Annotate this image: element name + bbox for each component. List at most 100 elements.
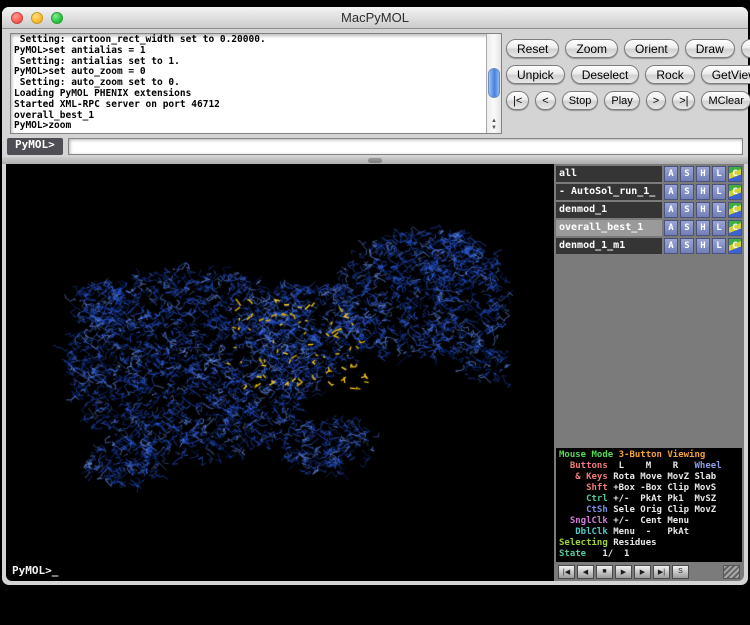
console-text: Setting: cartoon_rect_width set to 0.200…: [11, 34, 486, 133]
mouse-help-line: Buttons L M R Wheel: [559, 461, 739, 472]
object-menu-l[interactable]: L: [712, 184, 726, 200]
toolbar-button-deselect[interactable]: Deselect: [571, 65, 640, 84]
object-menu-c[interactable]: C: [728, 166, 742, 182]
toolbar-button-nav[interactable]: <: [535, 91, 555, 110]
toolbar-button-nav[interactable]: |<: [506, 91, 529, 110]
toolbar-button-draw[interactable]: Draw: [685, 39, 735, 58]
command-prompt-label: PyMOL>: [7, 138, 63, 155]
object-menu-c[interactable]: C: [728, 202, 742, 218]
object-menu-s[interactable]: S: [680, 166, 694, 182]
object-list: allASHLC- AutoSol_run_1_ASHLCdenmod_1ASH…: [556, 166, 742, 256]
object-menu-h[interactable]: H: [696, 220, 710, 236]
toolbar-button-mclear[interactable]: MClear: [701, 91, 750, 110]
window-title: MacPyMOL: [2, 7, 748, 29]
object-menu-s[interactable]: S: [680, 220, 694, 236]
mouse-help-line: Mouse Mode 3-Button Viewing: [559, 450, 739, 461]
mouse-help-line: DblClk Menu - PkAt: [559, 527, 739, 538]
object-menu-a[interactable]: A: [664, 238, 678, 254]
object-menu-h[interactable]: H: [696, 184, 710, 200]
mouse-help-line: SnglClk +/- Cent Menu: [559, 516, 739, 527]
electron-density-mesh: [6, 164, 554, 581]
toolbar-button-getview[interactable]: GetView: [701, 65, 750, 84]
object-name[interactable]: all: [556, 166, 662, 182]
splitter-handle[interactable]: [2, 157, 748, 164]
toolbar-button-ray[interactable]: Ray: [741, 39, 750, 58]
scrollbar-thumb[interactable]: [488, 68, 500, 98]
object-row: - AutoSol_run_1_ASHLC: [556, 184, 742, 200]
object-name[interactable]: denmod_1: [556, 202, 662, 218]
close-button[interactable]: [11, 12, 23, 24]
object-menu-c[interactable]: C: [728, 238, 742, 254]
upper-panel: Setting: cartoon_rect_width set to 0.200…: [2, 29, 748, 135]
panel-spacer: [556, 256, 742, 448]
toolbar-button-nav[interactable]: >: [646, 91, 666, 110]
vcr-first[interactable]: |◀: [558, 565, 575, 579]
zoom-button[interactable]: [51, 12, 63, 24]
object-menu-l[interactable]: L: [712, 220, 726, 236]
object-menu-a[interactable]: A: [664, 202, 678, 218]
object-menu-h[interactable]: H: [696, 202, 710, 218]
object-menu-l[interactable]: L: [712, 166, 726, 182]
object-menu-s[interactable]: S: [680, 202, 694, 218]
vcr-play[interactable]: ▶: [615, 565, 632, 579]
console-line: PyMOL>zoom: [14, 121, 483, 132]
object-menu-s[interactable]: S: [680, 184, 694, 200]
command-row: PyMOL>: [2, 135, 748, 157]
titlebar[interactable]: MacPyMOL: [2, 7, 748, 29]
vcr-controls: |◀◀■▶▶▶|S: [556, 562, 742, 580]
minimize-button[interactable]: [31, 12, 43, 24]
mouse-help-line: CtSh Sele Orig Clip MovZ: [559, 505, 739, 516]
macpymol-window: MacPyMOL Setting: cartoon_rect_width set…: [2, 7, 748, 585]
splitter-nub-icon: [368, 158, 382, 163]
object-menu-c[interactable]: C: [728, 184, 742, 200]
toolbar-button-reset[interactable]: Reset: [506, 39, 559, 58]
object-row: denmod_1_m1ASHLC: [556, 238, 742, 254]
console-line: overall_best_1: [14, 111, 483, 122]
console-log: Setting: cartoon_rect_width set to 0.200…: [10, 33, 502, 134]
object-row: allASHLC: [556, 166, 742, 182]
mouse-help-panel: Mouse Mode 3-Button Viewing Buttons L M …: [556, 448, 742, 562]
object-menu-h[interactable]: H: [696, 238, 710, 254]
mouse-help-line: Shft +Box -Box Clip MovS: [559, 483, 739, 494]
main-area: PyMOL>_ allASHLC- AutoSol_run_1_ASHLCden…: [6, 164, 744, 581]
toolbar-button-stop[interactable]: Stop: [562, 91, 599, 110]
vcr-next[interactable]: ▶: [634, 565, 651, 579]
mouse-help-line: & Keys Rota Move MovZ Slab: [559, 472, 739, 483]
toolbar-button-unpick[interactable]: Unpick: [506, 65, 565, 84]
toolbar-button-rock[interactable]: Rock: [645, 65, 694, 84]
object-menu-s[interactable]: S: [680, 238, 694, 254]
command-input[interactable]: [68, 138, 743, 155]
object-menu-l[interactable]: L: [712, 238, 726, 254]
object-menu-a[interactable]: A: [664, 184, 678, 200]
object-menu-c[interactable]: C: [728, 220, 742, 236]
toolbar-button-zoom[interactable]: Zoom: [565, 39, 618, 58]
scrollbar-arrows-icon[interactable]: ▲▼: [487, 118, 501, 132]
toolbar-button-orient[interactable]: Orient: [624, 39, 679, 58]
vcr-stop[interactable]: ■: [596, 565, 613, 579]
console-scrollbar[interactable]: ▲▼: [486, 34, 501, 133]
vcr-last[interactable]: ▶|: [653, 565, 670, 579]
object-menu-h[interactable]: H: [696, 166, 710, 182]
viewport[interactable]: PyMOL>_: [6, 164, 554, 581]
object-menu-a[interactable]: A: [664, 166, 678, 182]
toolbar-button-play[interactable]: Play: [604, 91, 639, 110]
resize-grip[interactable]: [723, 565, 740, 579]
object-name[interactable]: overall_best_1: [556, 220, 662, 236]
mouse-help-line: State 1/ 1: [559, 549, 739, 560]
vcr-scene[interactable]: S: [672, 565, 689, 579]
object-row: denmod_1ASHLC: [556, 202, 742, 218]
vcr-prev[interactable]: ◀: [577, 565, 594, 579]
traffic-lights: [11, 12, 63, 24]
object-menu-l[interactable]: L: [712, 202, 726, 218]
toolbar-button-nav[interactable]: >|: [672, 91, 695, 110]
mouse-help-line: Selecting Residues: [559, 538, 739, 549]
object-name[interactable]: - AutoSol_run_1_: [556, 184, 662, 200]
console-line: PyMOL>set antialias = 1: [14, 46, 483, 57]
toolbar: ResetZoomOrientDrawRay UnpickDeselectRoc…: [506, 39, 745, 117]
object-name[interactable]: denmod_1_m1: [556, 238, 662, 254]
mouse-help-line: Ctrl +/- PkAt Pk1 MvSZ: [559, 494, 739, 505]
console-line: Started XML-RPC server on port 46712: [14, 100, 483, 111]
object-panel: allASHLC- AutoSol_run_1_ASHLCdenmod_1ASH…: [554, 164, 744, 581]
object-menu-a[interactable]: A: [664, 220, 678, 236]
viewport-prompt: PyMOL>_: [12, 564, 58, 577]
